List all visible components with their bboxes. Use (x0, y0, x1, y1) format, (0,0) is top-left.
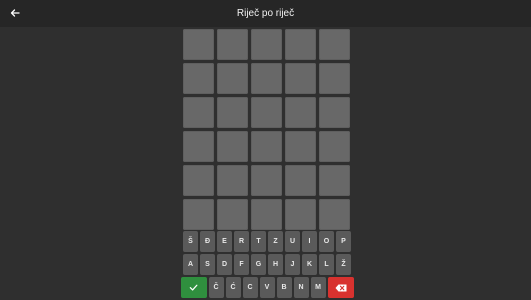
grid-tile (183, 97, 214, 128)
top-app-bar: Riječ po riječ (0, 0, 531, 27)
page-title: Riječ po riječ (236, 8, 295, 19)
grid-tile (319, 29, 350, 60)
key-o[interactable]: O (319, 231, 334, 252)
keyboard-row-2: A S D F G H J K L Ž (171, 254, 363, 275)
grid-tile (217, 165, 248, 196)
grid-tile (217, 199, 248, 230)
key-g[interactable]: G (251, 254, 266, 275)
key-c-caron[interactable]: Č (208, 277, 224, 298)
key-b[interactable]: B (276, 277, 292, 298)
grid-tile (319, 63, 350, 94)
key-d[interactable]: D (217, 254, 232, 275)
key-u[interactable]: U (285, 231, 300, 252)
key-s[interactable]: S (200, 254, 215, 275)
grid-tile (251, 131, 282, 162)
grid-tile (183, 199, 214, 230)
keyboard-row-3: Č Ć C V B N M (171, 277, 363, 298)
grid-tile (319, 165, 350, 196)
grid-tile (251, 165, 282, 196)
letter-grid (183, 29, 350, 230)
enter-button[interactable] (180, 277, 207, 298)
grid-tile (285, 131, 316, 162)
key-n[interactable]: N (293, 277, 309, 298)
key-t[interactable]: T (251, 231, 266, 252)
grid-tile (217, 97, 248, 128)
key-z[interactable]: Z (268, 231, 283, 252)
grid-tile (217, 29, 248, 60)
keyboard-row-1: Š Đ E R T Z U I O P (171, 231, 363, 252)
grid-tile (285, 97, 316, 128)
key-z-caron[interactable]: Ž (336, 254, 351, 275)
key-c-acute[interactable]: Ć (225, 277, 241, 298)
grid-tile (251, 63, 282, 94)
key-s-caron[interactable]: Š (183, 231, 198, 252)
grid-tile (251, 199, 282, 230)
key-f[interactable]: F (234, 254, 249, 275)
grid-tile (319, 131, 350, 162)
backspace-icon (335, 284, 346, 291)
key-c[interactable]: C (242, 277, 258, 298)
check-icon (189, 284, 198, 291)
key-d-stroke[interactable]: Đ (200, 231, 215, 252)
grid-tile (285, 29, 316, 60)
grid-tile (285, 165, 316, 196)
key-e[interactable]: E (217, 231, 232, 252)
key-r[interactable]: R (234, 231, 249, 252)
grid-tile (217, 131, 248, 162)
key-a[interactable]: A (183, 254, 198, 275)
grid-tile (319, 97, 350, 128)
grid-tile (183, 29, 214, 60)
grid-tile (217, 63, 248, 94)
grid-tile (251, 97, 282, 128)
key-i[interactable]: I (302, 231, 317, 252)
grid-tile (183, 131, 214, 162)
key-v[interactable]: V (259, 277, 275, 298)
key-h[interactable]: H (268, 254, 283, 275)
key-m[interactable]: M (310, 277, 326, 298)
key-l[interactable]: L (319, 254, 334, 275)
key-p[interactable]: P (336, 231, 351, 252)
grid-tile (251, 29, 282, 60)
on-screen-keyboard: Š Đ E R T Z U I O P A S D F G H J K L Ž … (171, 231, 363, 300)
grid-tile (285, 63, 316, 94)
grid-tile (183, 165, 214, 196)
key-k[interactable]: K (302, 254, 317, 275)
key-j[interactable]: J (285, 254, 300, 275)
grid-tile (285, 199, 316, 230)
grid-tile (319, 199, 350, 230)
delete-button[interactable] (327, 277, 354, 298)
grid-tile (183, 63, 214, 94)
